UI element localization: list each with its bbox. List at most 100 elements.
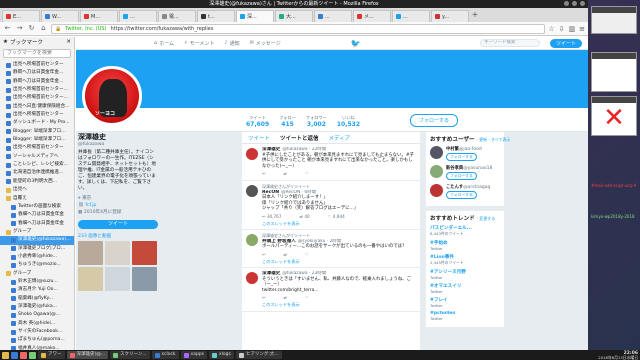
show-thread-link[interactable]: このスレッドを表示 [262,302,416,308]
bookmark-item[interactable]: 春細ヘ刀は日貫金年金 [0,220,74,228]
taskbar-item[interactable]: アワー [38,351,65,359]
bookmark-item[interactable]: 深澤雄史(@fuka... [0,303,74,311]
user-avatar[interactable] [430,146,443,159]
bookmark-search-input[interactable]: ブックマークを検索 [3,49,71,58]
tweet-handle[interactable]: @fukazawa · 22時間 [282,147,326,153]
tweet-avatar[interactable] [246,148,258,160]
tweet-avatar[interactable] [246,272,258,285]
twitter-bird-icon[interactable]: 🐦 [351,39,361,48]
profile-handle[interactable]: @fukazawa [78,142,158,147]
bookmark-item[interactable]: 静岡へ刀は日貫金年金... [0,69,74,77]
forward-icon[interactable]: → [15,24,24,33]
follow-user-button[interactable]: フォローする [446,153,477,161]
browser-tab[interactable]: ... [392,10,430,22]
user-name[interactable]: 新谷孝典 [446,166,463,171]
bookmark-item[interactable]: ことレシピ、レシピ検索... [0,161,74,169]
bookmark-item[interactable]: 髙木 英(@hidei... [0,320,74,328]
nav-home[interactable]: ⌂ ホーム [154,40,174,47]
maximize-button[interactable] [572,1,577,6]
bookmark-item[interactable]: 深澤雄史(@fukazawa)... [0,236,74,245]
bookmark-item[interactable]: Blogger: 早端深澤ブロ... [0,136,74,144]
bookmark-item[interactable]: 稲葉峰(@flyKy... [0,295,74,303]
desktop-widget-3[interactable]: ✕ [591,96,637,136]
browser-tab[interactable]: ... [119,10,157,22]
desktop-widget-1[interactable] [591,6,637,34]
bookmark-item[interactable]: ダッシュボード - My Pro... [0,119,74,127]
browser-tab[interactable]: M... [80,10,118,22]
media-thumb[interactable] [105,241,130,265]
profile-link[interactable]: fcf.jp [85,203,96,208]
like-action[interactable]: ♡ 4,944 [328,214,345,220]
media-thumb[interactable] [132,267,157,291]
browser-tab[interactable]: ... [314,10,352,22]
tweet-to-button[interactable]: ツイート [78,220,158,229]
trend-item[interactable]: パスピンダーエル... 8,443件のツイート [430,225,500,237]
like-action[interactable]: ♡ [305,295,309,301]
launcher-icon[interactable] [29,351,36,359]
minimize-button[interactable] [564,1,569,6]
media-label[interactable]: 233 画像と動画 [78,233,158,239]
show-thread-link[interactable]: このスレッドを表示 [262,259,416,265]
stat-likes[interactable]: いいね 10,532 [337,115,360,128]
bookmark-item[interactable]: ぽまちゅん(@poma... [0,336,74,344]
media-thumb[interactable] [78,241,103,265]
browser-tab[interactable]: 大... [275,10,313,22]
browser-tab[interactable]: y... [431,10,469,22]
show-thread-link[interactable]: このスレッドを表示 [262,221,416,227]
trend-item[interactable]: #Lion事件 2,445件のツイート [430,254,500,266]
stat-following[interactable]: フォロー 415 [279,115,296,128]
taskbar-item[interactable]: 深澤雄史(@... [66,351,109,359]
media-thumb[interactable] [132,241,157,265]
trend-item[interactable]: #アシリーヌ月野 Twitter [430,269,500,280]
bookmark-item[interactable]: 春細ヘ刀は日貫金年金 [0,211,74,219]
browser-tab[interactable]: E... [2,10,40,22]
taskbar-item[interactable]: xapps [180,351,208,359]
bookmark-item[interactable]: 出見ヘ日直:健康保険組合... [0,103,74,111]
bookmark-item[interactable]: 出見へ [0,186,74,194]
browser-tab[interactable]: 電... [158,10,196,22]
bookmark-star-icon[interactable]: ☆ [548,25,554,33]
media-thumb[interactable] [78,267,103,291]
retweet-action[interactable]: ⇄ [284,171,288,177]
reload-icon[interactable]: ↻ [27,24,36,33]
nav-moments[interactable]: ⚡ モーメント [184,40,214,47]
trends-change-link[interactable]: · 変更する [477,216,496,221]
bookmark-item[interactable]: ソーシャルメディアへ [0,153,74,161]
bookmark-item[interactable]: Shoko Ogawa(@... [0,311,74,319]
bookmark-item[interactable]: Blogger: 早端深澤ブロ... [0,128,74,136]
bookmark-item[interactable]: 出見ヘ所場首前センター... [0,86,74,94]
bookmark-item[interactable]: 能登町の3判明大西... [0,178,74,186]
like-action[interactable]: ♡ [305,171,309,177]
menu-icon[interactable]: ≡ [579,25,585,33]
trend-item[interactable]: #オマエスイリ Twitter [430,283,500,294]
taskbar-item[interactable]: ヒアリング:大... [235,351,282,359]
taskbar-item[interactable]: xlogs [209,351,234,359]
reply-action[interactable]: ↩ [262,252,266,258]
bookmark-item[interactable]: 自覆え [0,195,74,203]
retweet-action[interactable]: ⇄ [284,295,288,301]
compose-tweet-button[interactable]: ツイート [549,38,582,48]
trend-item[interactable]: #フレイ Twitter [430,297,500,308]
tweet[interactable]: 深澤雄史 @fukazawa · 23時間 そういうときは「すいません、私、井藤人な… [242,268,420,312]
download-icon[interactable]: ⇩ [559,25,565,33]
stat-followers[interactable]: フォロワー 3,002 [306,115,327,128]
trend-item[interactable]: #手始め Twitter [430,240,500,251]
stat-tweets[interactable]: ツイート 67,609 [246,115,269,128]
retweet-action[interactable]: ⇄ 40 [300,214,310,220]
bookmark-item[interactable]: 北海道自治体連携推進... [0,169,74,177]
user-avatar[interactable] [430,165,443,178]
home-icon[interactable]: ⌂ [39,24,48,33]
bookmark-item[interactable]: 清志月介 Yuji Oo... [0,286,74,294]
tweet[interactable]: 深澤雄史さんがリツイート RecON @RecON · 6時間 日本人「リンク紹介しま… [242,181,420,231]
taskbar-item[interactable]: スクリーン... [110,351,150,359]
nav-messages[interactable]: ✉ メッセージ [250,40,281,47]
tweet[interactable]: 深澤雄史さんがリツイート 井頭上 野坂雅人 @syokuyaku · 2時間 ボールパ… [242,230,420,269]
sidebar-title[interactable]: ブックマーク [10,38,43,46]
bookmark-item[interactable]: 出見ヘ所場首前センター [0,61,74,69]
user-name[interactable]: こたんす [446,185,463,190]
tweet-author[interactable]: 深澤雄史 [262,271,280,277]
reply-action[interactable]: ↩ 30,767 [262,214,282,220]
window-titlebar[interactable]: 深澤雄史(@fukazawa)さん | Twitterからの最新ツイート - M… [0,0,588,8]
bookmark-item[interactable]: Twitterの画面な検索 [0,203,74,211]
nav-notifications[interactable]: ♪ 通知 [224,40,239,47]
